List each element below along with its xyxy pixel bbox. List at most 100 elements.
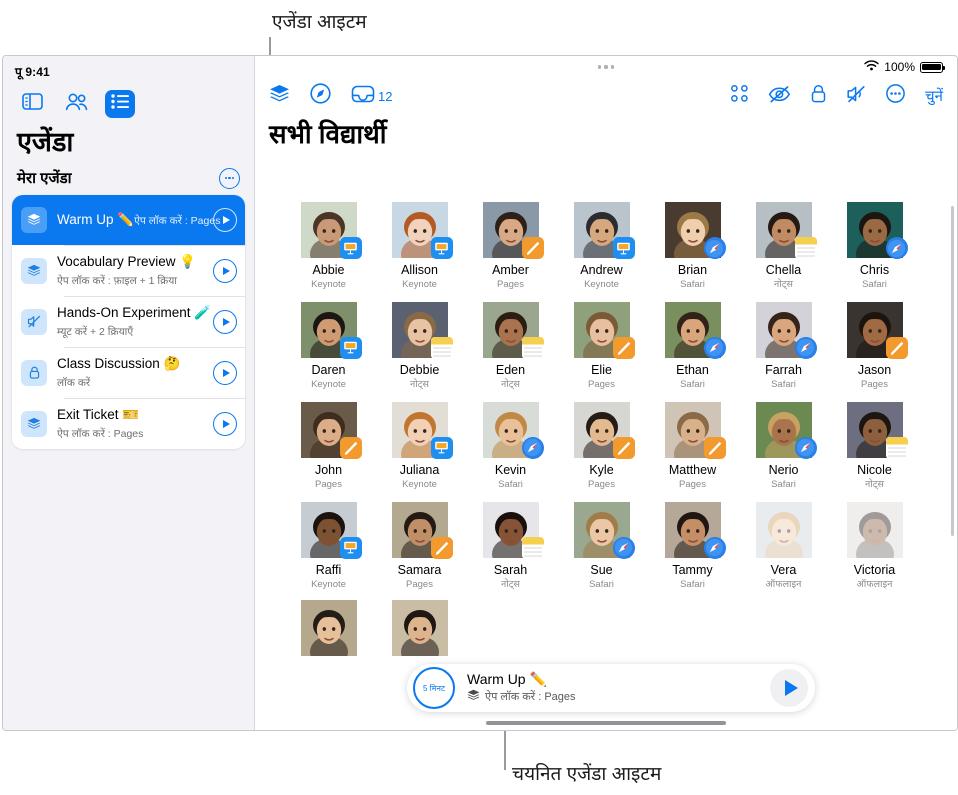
student-cell[interactable]: Debbie नोट्स (374, 301, 465, 391)
student-cell[interactable] (283, 599, 374, 661)
student-cell[interactable]: Tammy Safari (647, 501, 738, 591)
student-cell[interactable]: Nicole नोट्स (829, 401, 920, 491)
student-cell[interactable]: Victoria ऑफलाइन (829, 501, 920, 591)
student-cell[interactable]: Andrew Keynote (556, 202, 647, 291)
student-cell[interactable] (374, 599, 465, 661)
sidebar-tab-bar (3, 82, 254, 118)
hide-screen-button[interactable] (768, 85, 791, 108)
now-playing-bar[interactable]: 5 मिनट Warm Up ✏️ ऐप लॉक करें : Pages (407, 664, 815, 712)
safari-badge-icon (794, 336, 817, 359)
student-cell[interactable]: Sue Safari (556, 501, 647, 591)
student-status: ऑफलाइन (856, 578, 893, 590)
student-cell[interactable]: Chella नोट्स (738, 202, 829, 291)
layers-icon (21, 257, 47, 284)
safari-badge-icon (612, 536, 635, 559)
agenda-play-button[interactable] (213, 207, 237, 232)
agenda-item[interactable]: Vocabulary Preview 💡 ऐप लॉक करें : फ़ाइल … (12, 245, 245, 296)
main-toolbar: 12 चुनें (255, 78, 957, 114)
avatar-wrapper (755, 202, 817, 259)
student-cell[interactable]: Farrah Safari (738, 301, 829, 391)
student-cell[interactable]: Daren Keynote (283, 301, 374, 391)
keynote-badge-icon (339, 536, 362, 559)
agenda-item[interactable]: Class Discussion 🤔 लॉक करें (12, 347, 245, 398)
student-status: ऑफलाइन (765, 578, 802, 590)
grid-view-button[interactable] (731, 85, 748, 107)
student-status: Safari (589, 578, 614, 590)
agenda-item-text: Hands-On Experiment 🧪 म्यूट करें + 2 क्रि… (47, 304, 213, 340)
avatar (755, 501, 812, 558)
agenda-item-text: Exit Ticket 🎫 ऐप लॉक करें : Pages (47, 406, 213, 442)
pages-badge-icon (703, 436, 726, 459)
more-options-button[interactable] (886, 84, 905, 108)
student-cell[interactable]: Elie Pages (556, 301, 647, 391)
agenda-item-subtitle: ऐप लॉक करें : फ़ाइल + 1 क्रिया (57, 274, 178, 287)
sidebar-section-label: मेरा एजेंडा (17, 170, 72, 188)
student-cell[interactable]: Ethan Safari (647, 301, 738, 391)
inbox-icon (351, 85, 375, 108)
navigate-button[interactable] (310, 83, 331, 109)
student-cell[interactable]: Kevin Safari (465, 401, 556, 491)
student-cell[interactable]: Jason Pages (829, 301, 920, 391)
avatar-wrapper (755, 401, 817, 459)
student-status: Keynote (402, 478, 437, 490)
student-cell[interactable]: Juliana Keynote (374, 401, 465, 491)
agenda-item-selected[interactable]: Warm Up ✏️ऐप लॉक करें : Pages (12, 194, 245, 245)
student-cell[interactable]: Raffi Keynote (283, 501, 374, 591)
now-playing-play-button[interactable] (770, 669, 808, 707)
student-status: Safari (498, 478, 523, 490)
student-cell[interactable]: Abbie Keynote (283, 202, 374, 291)
agenda-item[interactable]: Exit Ticket 🎫 ऐप लॉक करें : Pages (12, 398, 245, 449)
layers-button[interactable] (269, 84, 290, 108)
agenda-item-subtitle: ऐप लॉक करें : Pages (57, 427, 144, 440)
sidebar-people-button[interactable] (61, 90, 91, 118)
pages-badge-icon (885, 336, 908, 359)
agenda-list: Warm Up ✏️ऐप लॉक करें : Pages Vocabulary … (12, 194, 245, 449)
student-cell[interactable]: Kyle Pages (556, 401, 647, 491)
student-cell[interactable]: Chris Safari (829, 202, 920, 291)
grid-icon (731, 85, 748, 107)
student-cell[interactable]: Samara Pages (374, 501, 465, 591)
student-cell[interactable]: Allison Keynote (374, 202, 465, 291)
student-cell[interactable]: Matthew Pages (647, 401, 738, 491)
student-status: Keynote (584, 278, 619, 290)
sidebar-more-button[interactable] (219, 167, 240, 189)
student-cell[interactable]: Eden नोट्स (465, 301, 556, 391)
agenda-play-button[interactable] (213, 258, 237, 283)
student-status: Safari (862, 278, 887, 290)
student-name: Debbie (399, 362, 440, 377)
agenda-play-button[interactable] (213, 309, 237, 334)
lock-button[interactable] (811, 84, 826, 108)
sidebar-agenda-button[interactable] (105, 90, 135, 118)
pages-badge-icon (521, 237, 544, 259)
student-status: नोट्स (501, 578, 520, 590)
student-cell[interactable]: John Pages (283, 401, 374, 491)
agenda-play-button[interactable] (213, 360, 237, 385)
mute-button[interactable] (846, 85, 866, 108)
student-cell[interactable]: Amber Pages (465, 202, 556, 291)
agenda-play-button[interactable] (213, 411, 237, 436)
avatar-wrapper (846, 501, 903, 558)
agenda-item[interactable]: Hands-On Experiment 🧪 म्यूट करें + 2 क्रि… (12, 296, 245, 347)
student-name: Kevin (494, 462, 527, 477)
multitask-handle[interactable] (597, 65, 615, 69)
student-name: Sarah (493, 562, 528, 577)
student-name: Farrah (765, 362, 802, 377)
people-icon (64, 92, 89, 116)
vertical-scrollbar[interactable] (951, 206, 954, 536)
student-cell[interactable]: Nerio Safari (738, 401, 829, 491)
student-status: Safari (680, 378, 705, 390)
student-name: Juliana (399, 462, 440, 477)
avatar-wrapper (664, 301, 726, 359)
student-name: Elie (591, 362, 612, 377)
avatar-wrapper (300, 599, 357, 656)
select-button[interactable]: चुनें (925, 86, 943, 106)
sidebar-toggle-icon (21, 93, 43, 115)
inbox-button[interactable]: 12 (351, 85, 392, 108)
student-name: Victoria (853, 562, 896, 577)
student-cell[interactable]: Vera ऑफलाइन (738, 501, 829, 591)
callout-selected-agenda-item: चयनित एजेंडा आइटम (512, 764, 662, 785)
student-cell[interactable]: Sarah नोट्स (465, 501, 556, 591)
student-cell[interactable]: Brian Safari (647, 202, 738, 291)
student-status: Keynote (311, 278, 346, 290)
sidebar-toggle-button[interactable] (17, 90, 47, 118)
